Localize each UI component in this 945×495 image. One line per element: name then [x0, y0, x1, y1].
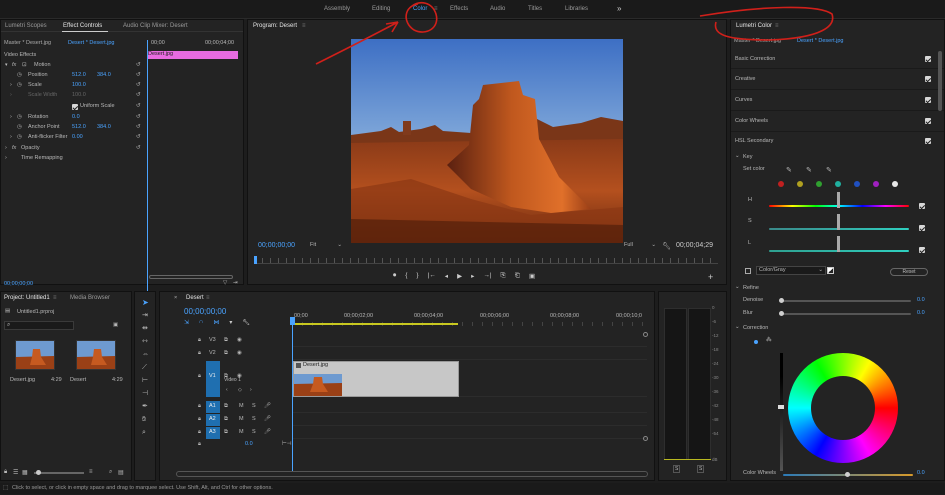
- annotation-circle-lumetri: [699, 6, 834, 41]
- red-annotation-overlay: [315, 1, 834, 65]
- annotation-arrow: [315, 21, 399, 65]
- annotation-circle-color-tab: [405, 1, 438, 33]
